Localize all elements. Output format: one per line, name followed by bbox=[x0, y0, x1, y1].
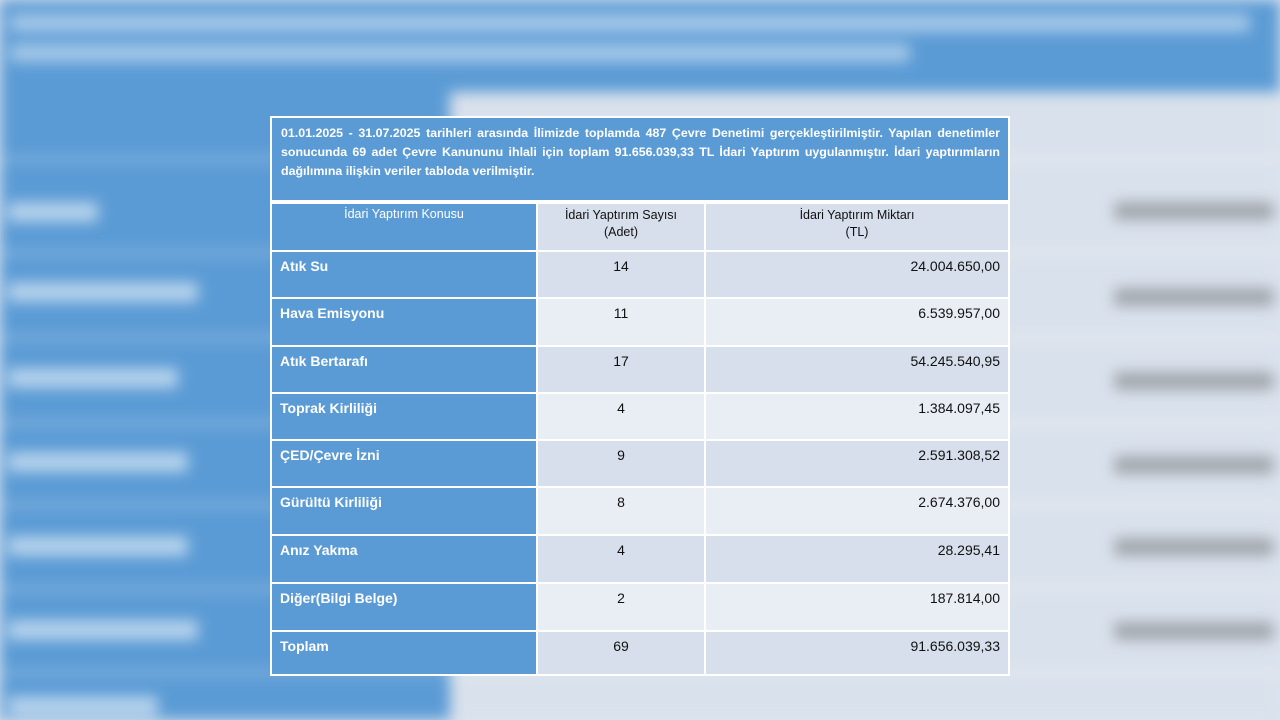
table-row: ÇED/Çevre İzni 9 2.591.308,52 bbox=[272, 441, 1008, 486]
cell-konu: Toprak Kirliliği bbox=[272, 394, 536, 439]
cell-miktar: 2.591.308,52 bbox=[706, 441, 1008, 486]
cell-sayi: 2 bbox=[538, 584, 704, 630]
header-miktar: İdari Yaptırım Miktarı (TL) bbox=[706, 204, 1008, 250]
cell-sayi: 14 bbox=[538, 252, 704, 297]
table-row: Atık Su 14 24.004.650,00 bbox=[272, 252, 1008, 297]
cell-miktar: 2.674.376,00 bbox=[706, 488, 1008, 534]
cell-sayi: 4 bbox=[538, 536, 704, 582]
table-total-row: Toplam 69 91.656.039,33 bbox=[272, 632, 1008, 674]
table-row: Atık Bertarafı 17 54.245.540,95 bbox=[272, 347, 1008, 392]
table-row: Gürültü Kirliliği 8 2.674.376,00 bbox=[272, 488, 1008, 534]
cell-miktar: 54.245.540,95 bbox=[706, 347, 1008, 392]
cell-konu: Atık Bertarafı bbox=[272, 347, 536, 392]
cell-miktar: 24.004.650,00 bbox=[706, 252, 1008, 297]
cell-miktar: 6.539.957,00 bbox=[706, 299, 1008, 345]
table-row: Anız Yakma 4 28.295,41 bbox=[272, 536, 1008, 582]
cell-konu: Hava Emisyonu bbox=[272, 299, 536, 345]
header-sayi: İdari Yaptırım Sayısı (Adet) bbox=[538, 204, 704, 250]
intro-paragraph: 01.01.2025 - 31.07.2025 tarihleri arasın… bbox=[272, 118, 1008, 200]
cell-konu: Gürültü Kirliliği bbox=[272, 488, 536, 534]
cell-sayi: 69 bbox=[538, 632, 704, 674]
cell-konu: Diğer(Bilgi Belge) bbox=[272, 584, 536, 630]
cell-sayi: 8 bbox=[538, 488, 704, 534]
cell-sayi: 4 bbox=[538, 394, 704, 439]
cell-sayi: 9 bbox=[538, 441, 704, 486]
table-row: Hava Emisyonu 11 6.539.957,00 bbox=[272, 299, 1008, 345]
table-row: Toprak Kirliliği 4 1.384.097,45 bbox=[272, 394, 1008, 439]
report-panel: 01.01.2025 - 31.07.2025 tarihleri arasın… bbox=[270, 116, 1010, 676]
cell-miktar: 28.295,41 bbox=[706, 536, 1008, 582]
table-row: Diğer(Bilgi Belge) 2 187.814,00 bbox=[272, 584, 1008, 630]
cell-sayi: 11 bbox=[538, 299, 704, 345]
cell-konu: Atık Su bbox=[272, 252, 536, 297]
header-konu: İdari Yaptırım Konusu bbox=[272, 204, 536, 250]
cell-sayi: 17 bbox=[538, 347, 704, 392]
cell-konu: Anız Yakma bbox=[272, 536, 536, 582]
cell-konu: ÇED/Çevre İzni bbox=[272, 441, 536, 486]
cell-miktar: 187.814,00 bbox=[706, 584, 1008, 630]
cell-konu: Toplam bbox=[272, 632, 536, 674]
table-header-row: İdari Yaptırım Konusu İdari Yaptırım Say… bbox=[272, 204, 1008, 250]
cell-miktar: 1.384.097,45 bbox=[706, 394, 1008, 439]
cell-miktar: 91.656.039,33 bbox=[706, 632, 1008, 674]
